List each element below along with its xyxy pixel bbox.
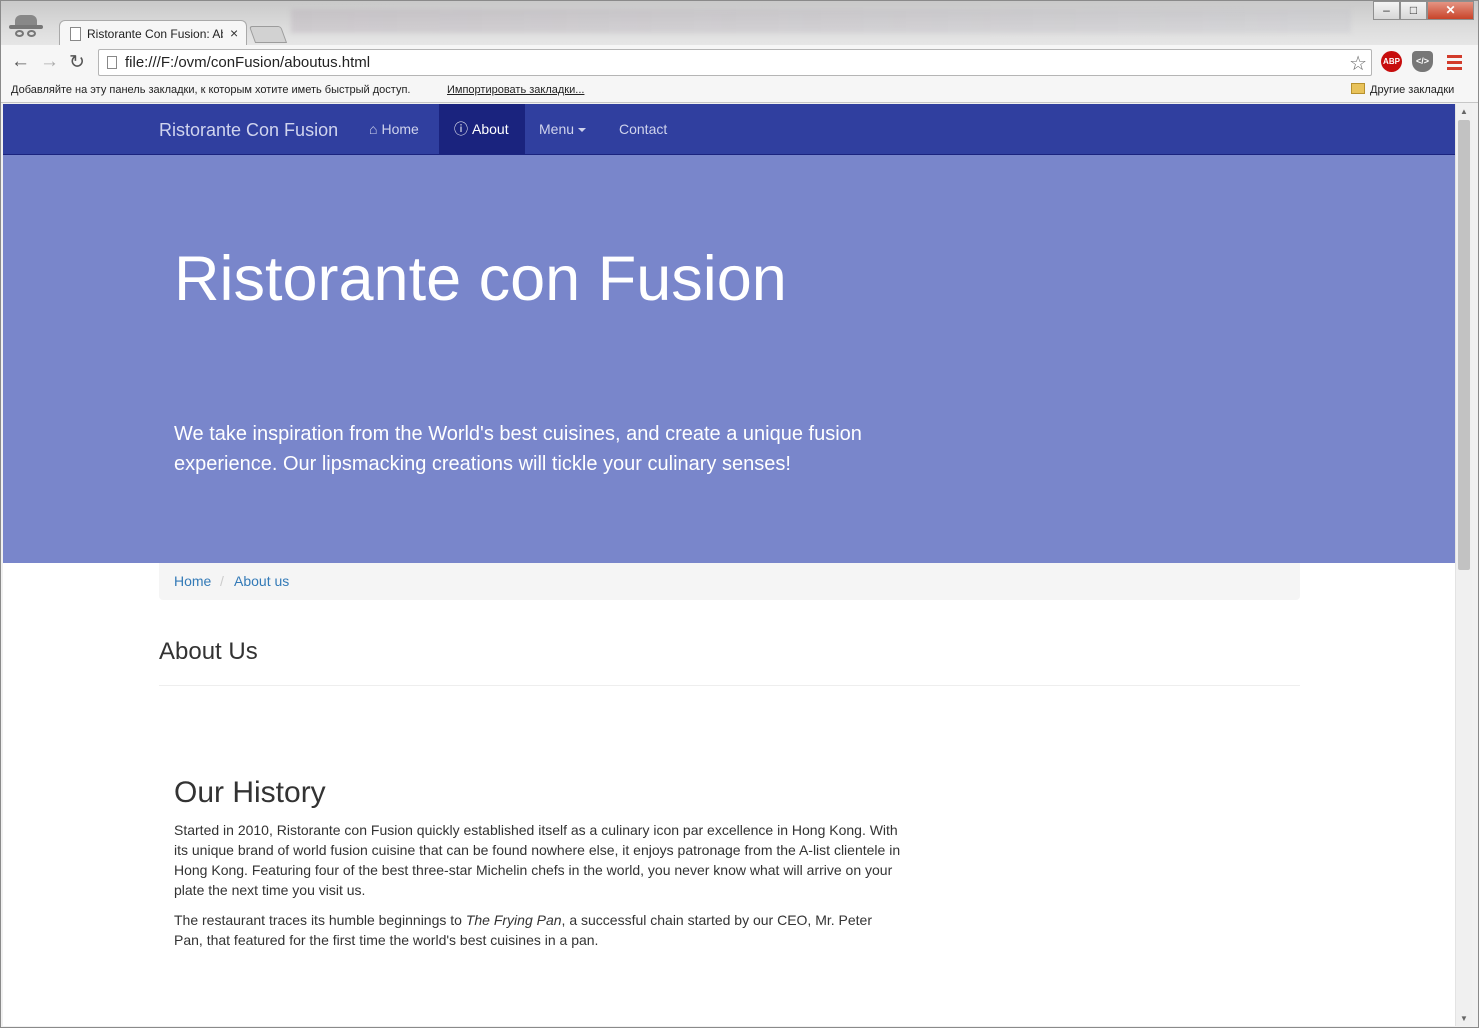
other-bookmarks-label: Другие закладки [1370,84,1455,96]
breadcrumb: Home / About us [159,563,1300,600]
history-heading: Our History [174,776,326,809]
scrollbar-thumb[interactable] [1458,120,1470,570]
minimize-button[interactable]: – [1373,1,1400,20]
scroll-down-icon[interactable]: ▼ [1460,1014,1468,1023]
site-navbar: Ristorante Con Fusion ⌂ Home ⓘ About Menu … [3,104,1455,155]
close-window-button[interactable]: ✕ [1427,1,1474,20]
code-extension-icon[interactable]: </> [1412,51,1433,72]
frying-pan-emphasis: The Frying Pan [465,912,562,928]
jumbotron-tagline: We take inspiration from the World's bes… [174,423,862,475]
title-bar: Ristorante Con Fusion: Ab × – □ ✕ [1,1,1478,47]
breadcrumb-home[interactable]: Home [174,573,211,589]
maximize-button[interactable]: □ [1400,1,1427,20]
incognito-icon [9,13,43,41]
nav-item-label: Home [381,121,419,137]
nav-item-about[interactable]: ⓘ About [439,104,525,155]
url-text[interactable]: file:///F:/ovm/conFusion/aboutus.html [125,54,370,71]
import-bookmarks-link[interactable]: Импортировать закладки... [447,84,584,96]
jumbotron-title: Ristorante con Fusion [174,244,787,314]
jumbotron: Ristorante con Fusion We take inspiratio… [3,155,1455,563]
address-bar[interactable]: file:///F:/ovm/conFusion/aboutus.html ☆ [98,49,1372,76]
folder-icon [1351,83,1365,94]
navbar-brand[interactable]: Ristorante Con Fusion [159,120,338,141]
back-icon[interactable]: ← [11,51,30,73]
nav-item-label: Contact [619,121,668,137]
home-icon: ⌂ [369,121,378,137]
page-icon [70,27,81,41]
background-tabs [291,9,1351,33]
breadcrumb-separator: / [220,573,224,589]
forward-icon[interactable]: → [40,51,59,73]
info-sign-icon: ⓘ [454,121,468,137]
bookmark-star-icon[interactable]: ☆ [1349,51,1367,76]
nav-item-label: Menu [539,121,575,137]
bookmarks-hint: Добавляйте на эту панель закладки, к кот… [11,84,411,96]
caret-down-icon [578,128,587,133]
page-icon [107,56,117,69]
page-title: About Us [159,638,258,665]
text-span: The restaurant traces its humble beginni… [174,912,466,928]
bookmarks-bar: Добавляйте на эту панель закладки, к кот… [1,79,1478,103]
history-paragraph-1: Started in 2010, Ristorante con Fusion q… [174,822,901,898]
new-tab-button[interactable] [248,26,288,43]
browser-window: Ristorante Con Fusion: Ab × – □ ✕ ← → ↻ … [0,0,1479,1028]
heading-divider [159,685,1300,686]
history-paragraph-2: The restaurant traces its humble beginni… [174,910,904,950]
tab-title: Ristorante Con Fusion: Ab [87,27,223,41]
other-bookmarks-folder[interactable]: Другие закладки [1351,83,1454,96]
nav-item-label: About [472,121,509,137]
breadcrumb-about[interactable]: About us [234,573,289,589]
window-controls: – □ ✕ [1373,1,1474,21]
scroll-up-icon[interactable]: ▲ [1460,107,1468,116]
tab-active[interactable]: Ristorante Con Fusion: Ab × [59,20,247,47]
page-scrollbar[interactable]: ▲ ▼ [1455,104,1472,1026]
nav-item-home[interactable]: ⌂ Home [354,104,434,155]
browser-toolbar: ← → ↻ file:///F:/ovm/conFusion/aboutus.h… [1,45,1478,79]
page-viewport: Ristorante Con Fusion ⌂ Home ⓘ About Menu … [3,104,1455,1026]
nav-item-menu[interactable]: Menu [524,104,601,155]
reload-icon[interactable]: ↻ [69,51,85,74]
adblock-icon[interactable]: ABP [1381,51,1402,72]
tab-close-icon[interactable]: × [230,25,238,41]
browser-menu-icon[interactable] [1447,55,1462,73]
nav-item-contact[interactable]: Contact [604,104,682,155]
